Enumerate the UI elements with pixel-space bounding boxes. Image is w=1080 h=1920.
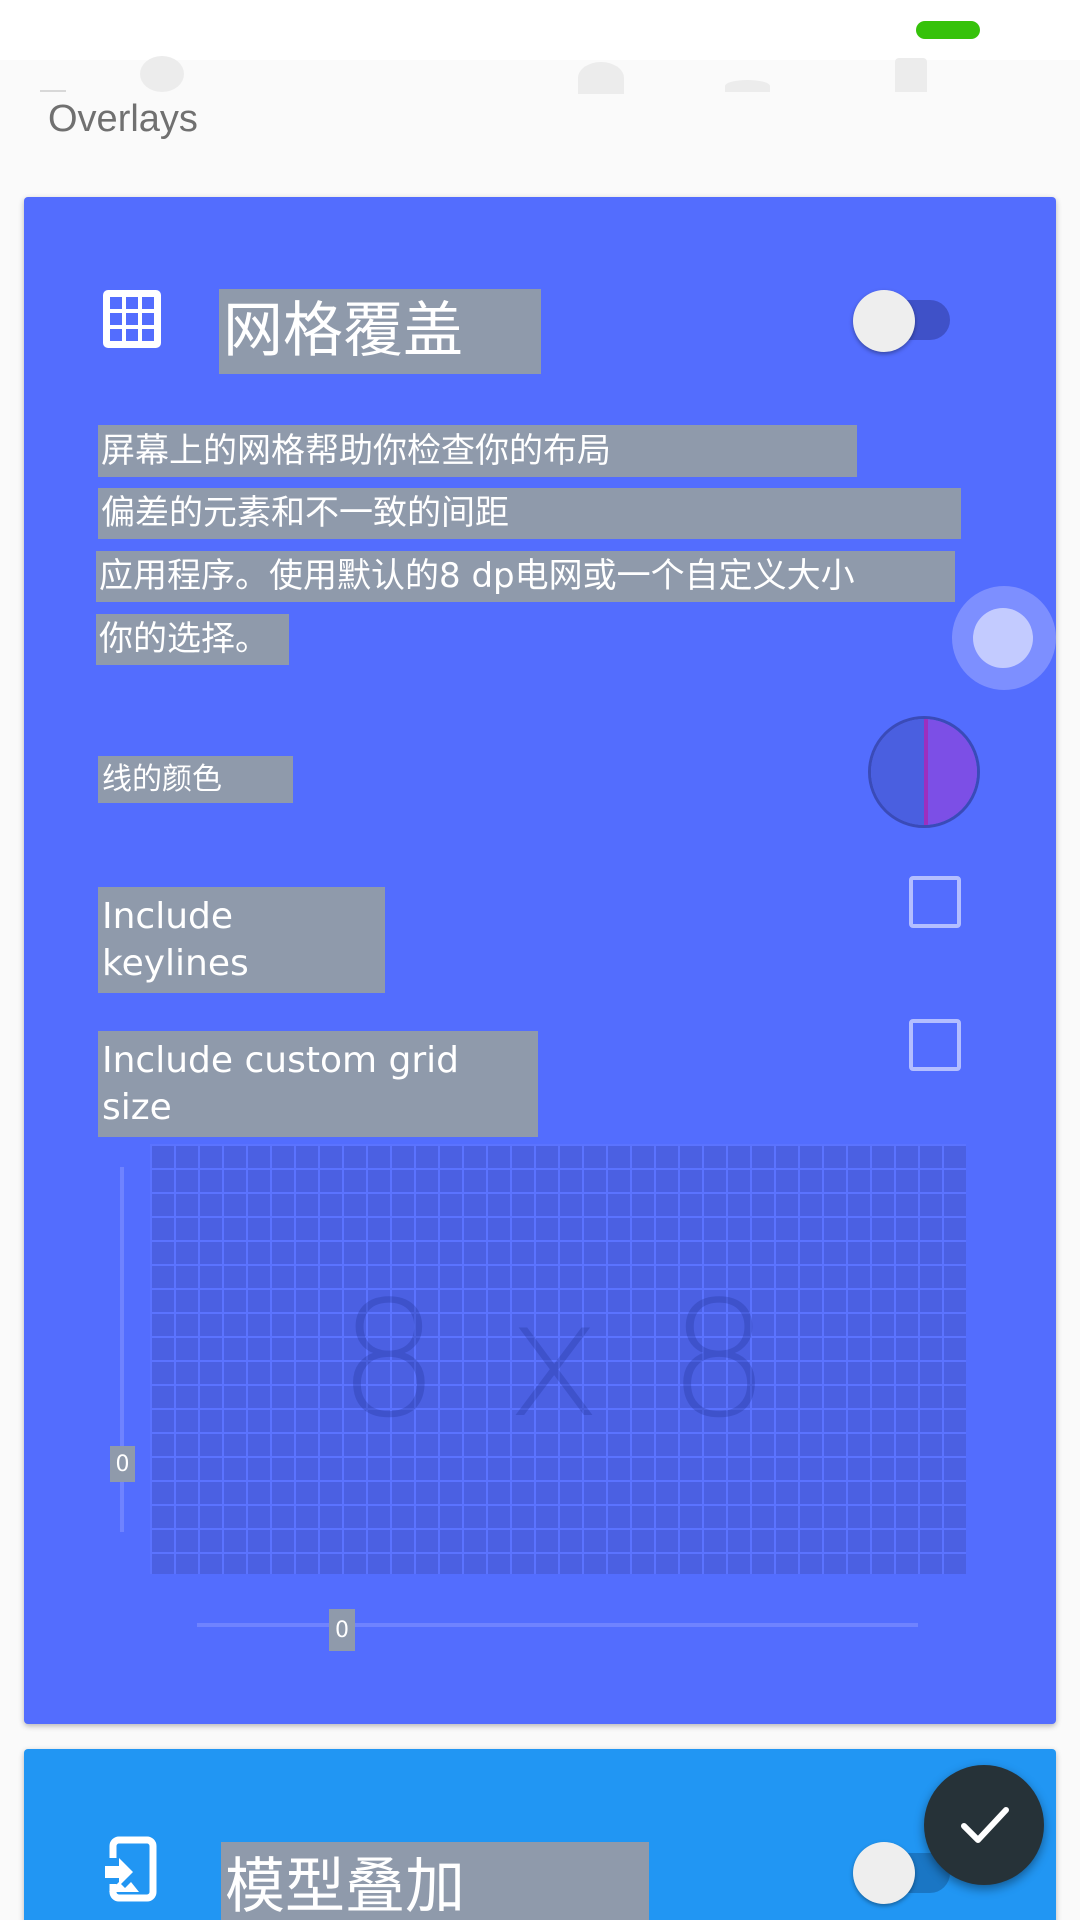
grid-width-value: 0 <box>329 1609 355 1651</box>
check-icon <box>961 1807 1009 1843</box>
section-title: Overlays <box>48 98 198 140</box>
custom-grid-size-label: Include custom grid size <box>98 1031 538 1137</box>
description-line: 屏幕上的网格帮助你检查你的布局 <box>98 425 857 477</box>
description-line: 应用程序。使用默认的8 dp电网或一个自定义大小 <box>96 551 955 602</box>
background-shape <box>895 58 927 92</box>
background-shape <box>578 62 624 94</box>
color-swatch-primary <box>871 719 924 825</box>
keylines-checkbox[interactable] <box>909 876 961 928</box>
line-color-label: 线的颜色 <box>98 756 293 803</box>
color-swatch-secondary <box>924 719 977 825</box>
background-divider <box>40 90 66 92</box>
confirm-fab[interactable] <box>924 1765 1044 1885</box>
grid-height-value: 0 <box>110 1446 135 1482</box>
image-into-phone-icon <box>103 1836 159 1902</box>
status-indicator <box>916 21 980 39</box>
custom-grid-size-checkbox[interactable] <box>909 1019 961 1071</box>
grid-overlay-switch-thumb[interactable] <box>853 290 915 352</box>
background-shape <box>140 56 184 92</box>
background-shape <box>725 80 770 92</box>
mockup-overlay-title: 模型叠加 <box>221 1842 649 1920</box>
mockup-overlay-switch-thumb[interactable] <box>853 1842 915 1904</box>
grid-icon <box>101 288 163 350</box>
description-line: 偏差的元素和不一致的间距 <box>98 488 961 539</box>
touch-ripple-center <box>973 608 1033 668</box>
grid-overlay-title: 网格覆盖 <box>219 289 541 374</box>
status-bar <box>0 0 1080 60</box>
description-line: 你的选择。 <box>96 614 289 665</box>
line-color-picker[interactable] <box>868 716 980 828</box>
grid-width-slider[interactable] <box>197 1623 918 1627</box>
grid-size-preview-label: 8 x 8 <box>338 1265 778 1453</box>
keylines-label: Include keylines <box>98 887 385 993</box>
